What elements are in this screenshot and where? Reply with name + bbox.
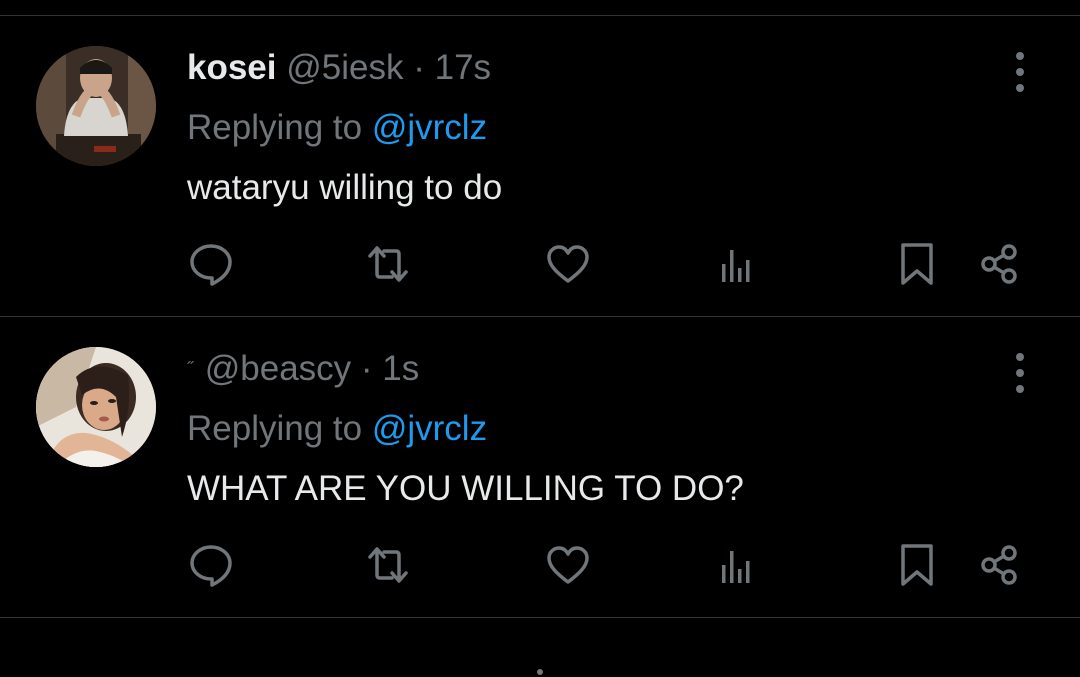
reply-icon <box>190 244 232 286</box>
views-button[interactable] <box>716 242 760 286</box>
bookmark-button[interactable] <box>895 543 939 587</box>
bookmark-icon <box>901 243 933 285</box>
avatar-image <box>36 347 156 467</box>
more-dot <box>1016 84 1024 92</box>
views-icon <box>722 551 750 583</box>
timestamp[interactable]: 17s <box>435 48 491 87</box>
share-button[interactable] <box>978 543 1022 587</box>
display-name[interactable]: kosei <box>187 48 277 87</box>
replying-to-label: Replying to <box>187 108 363 147</box>
reply-button[interactable] <box>189 543 233 587</box>
tweet-text: wataryu willing to do <box>187 168 503 207</box>
tweet[interactable]: kosei @5iesk · 17s Replying to @jvrclz w… <box>0 16 1080 316</box>
avatar[interactable] <box>36 347 156 467</box>
more-dot <box>1016 353 1024 361</box>
like-button[interactable] <box>546 242 590 286</box>
share-icon <box>981 244 1017 284</box>
tweet-header: ˝ @beascy · 1s <box>187 347 419 391</box>
reply-button[interactable] <box>189 242 233 286</box>
bookmark-icon <box>901 544 933 586</box>
more-dot <box>1016 68 1024 76</box>
user-handle[interactable]: @beascy <box>205 349 351 388</box>
mention-link[interactable]: @jvrclz <box>372 108 487 147</box>
more-dot <box>1016 369 1024 377</box>
more-options-button[interactable] <box>1006 353 1034 393</box>
more-dot <box>1016 52 1024 60</box>
divider <box>0 617 1080 618</box>
action-bar <box>0 543 1080 587</box>
retweet-button[interactable] <box>366 242 410 286</box>
views-icon <box>722 250 750 282</box>
tweet-header: kosei @5iesk · 17s <box>187 46 491 90</box>
bookmark-button[interactable] <box>895 242 939 286</box>
replying-to-label: Replying to <box>187 409 363 448</box>
share-button[interactable] <box>978 242 1022 286</box>
more-dot <box>1016 385 1024 393</box>
loading-dot <box>537 669 543 675</box>
share-icon <box>981 545 1017 585</box>
action-bar <box>0 242 1080 286</box>
separator: · <box>360 349 373 388</box>
retweet-icon <box>368 547 408 583</box>
reply-icon <box>190 545 232 587</box>
avatar-image <box>36 46 156 166</box>
replying-to-line: Replying to @jvrclz <box>187 407 487 451</box>
retweet-icon <box>368 246 408 282</box>
separator: · <box>413 48 425 87</box>
replying-to-line: Replying to @jvrclz <box>187 106 487 150</box>
timestamp[interactable]: 1s <box>382 349 419 388</box>
like-icon <box>547 546 589 584</box>
mention-link[interactable]: @jvrclz <box>372 409 487 448</box>
views-button[interactable] <box>716 543 760 587</box>
like-button[interactable] <box>546 543 590 587</box>
like-icon <box>547 245 589 283</box>
name-mark: ˝ <box>187 359 193 379</box>
avatar[interactable] <box>36 46 156 166</box>
tweet-text: WHAT ARE YOU WILLING TO DO? <box>187 469 744 508</box>
user-handle[interactable]: @5iesk <box>286 48 403 87</box>
retweet-button[interactable] <box>366 543 410 587</box>
more-options-button[interactable] <box>1006 52 1034 92</box>
tweet[interactable]: ˝ @beascy · 1s Replying to @jvrclz WHAT … <box>0 317 1080 617</box>
